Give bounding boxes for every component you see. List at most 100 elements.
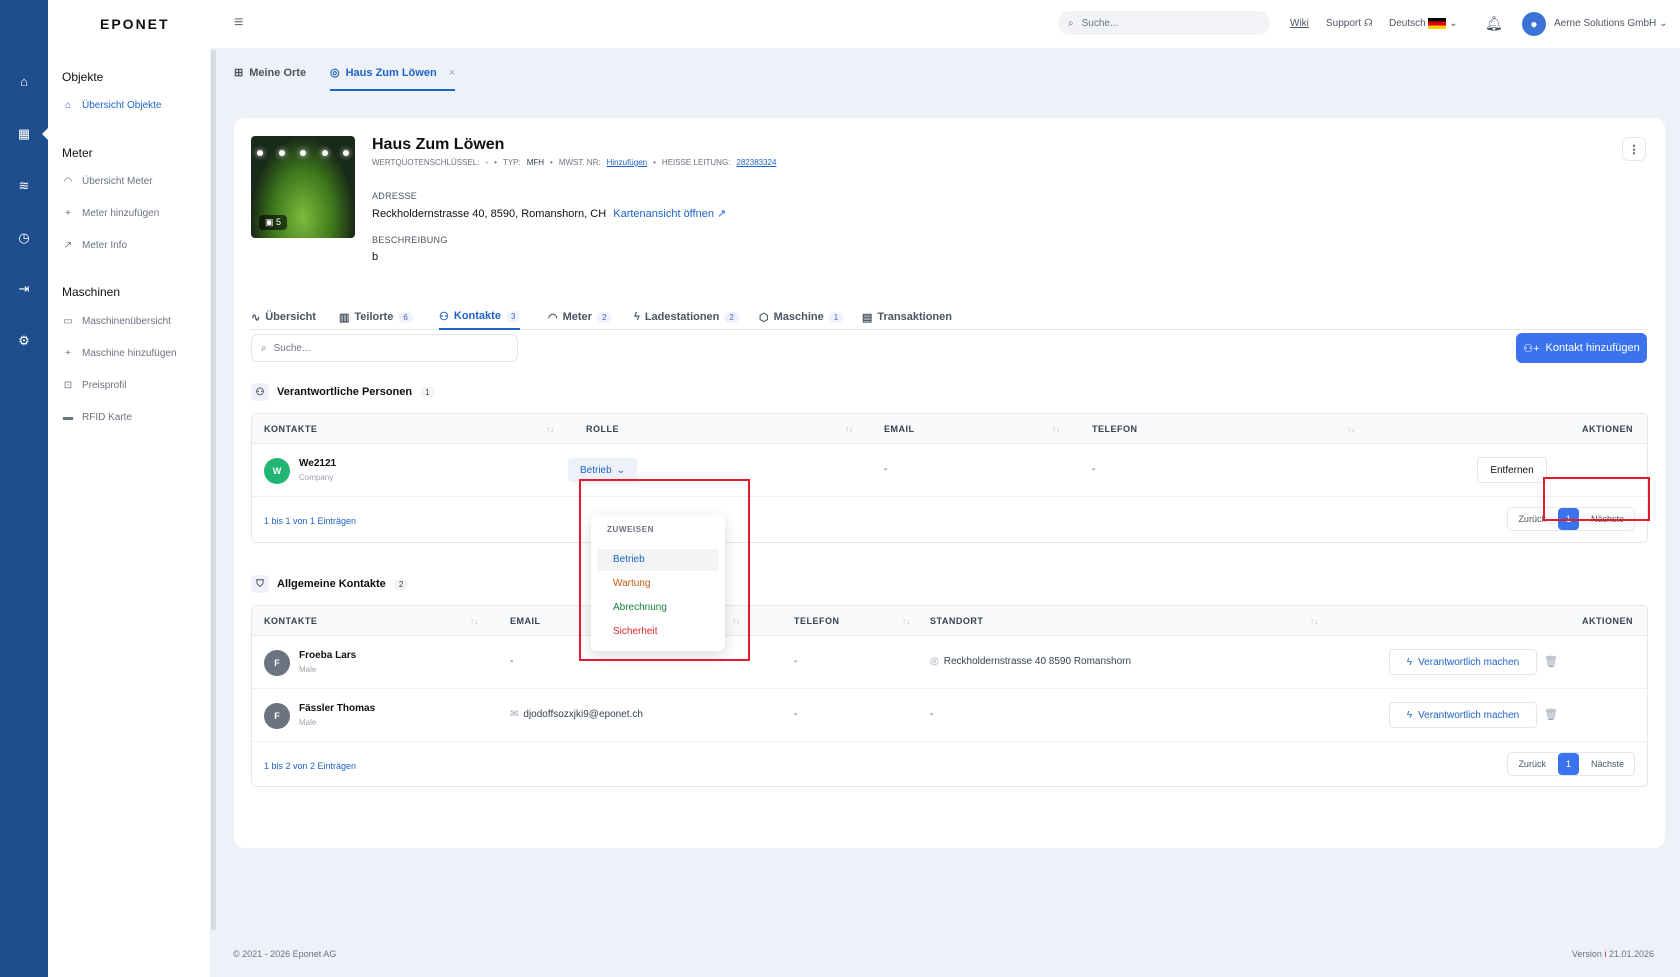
mwst-add-link[interactable]: Hinzufügen [607,158,647,167]
tab-kontakte[interactable]: ⚇ Kontakte 3 [439,304,521,330]
wiki-link[interactable]: Wiki [1290,18,1309,29]
col-telefon[interactable]: TELEFON [794,616,840,626]
sidebar-item-maschine-hinzufuegen[interactable]: + Maschine hinzufügen [62,348,176,359]
home-icon[interactable]: ⌂ [14,71,34,91]
photo-count: 5 [276,217,282,227]
object-photo[interactable]: ▣ 5 [251,136,355,238]
contact-email: - [884,464,888,475]
remove-button[interactable]: Entfernen [1477,457,1547,483]
tab-label: Teilorte [354,311,394,323]
contact-gender: Male [299,665,317,674]
avatar[interactable]: ● [1522,12,1546,36]
sidebar-item-maschinenuebersicht[interactable]: ▭ Maschinenübersicht [62,316,171,327]
sidebar-item-preisprofil[interactable]: ⊡ Preisprofil [62,380,127,391]
col-telefon[interactable]: TELEFON [1092,424,1138,434]
login-icon[interactable]: ⇥ [14,279,34,299]
stadium-lights [257,150,349,160]
sort-icon[interactable]: ↑↓ [1052,425,1060,434]
tab-teilorte[interactable]: ▥ Teilorte 6 [339,304,413,330]
heisse-leitung-link[interactable]: 282383324 [736,158,776,167]
content-tabs: ∿ Übersicht ▥ Teilorte 6 ⚇ Kontakte 3 ◠ Meter 2… [251,304,1648,330]
gauge-icon: ◠ [63,176,73,187]
next-page-button[interactable]: Nächste [1581,753,1634,775]
contact-name[interactable]: Froeba Lars [299,650,356,661]
tab-transaktionen[interactable]: ▤ Transaktionen [862,304,952,330]
contact-location: - [930,709,934,720]
col-kontakte[interactable]: KONTAKTE [264,616,317,626]
sidebar-item-uebersicht-meter[interactable]: ◠ Übersicht Meter [62,176,153,187]
contacts-search-input[interactable]: ⌕ Suche... [251,334,518,362]
gauge-icon: ◠ [548,311,558,324]
make-responsible-button[interactable]: ϟ Verantwortlich machen [1389,649,1537,675]
sidebar-item-meter-hinzufuegen[interactable]: + Meter hinzufügen [62,208,159,219]
menu-toggle-icon[interactable]: ≡ [234,14,243,32]
table-row: W We2121 Company Betrieb ⌄ - - Entfernen [252,444,1647,497]
store-icon[interactable]: ▦ [14,124,34,144]
account-menu[interactable]: Aerne Solutions GmbH ⌄ [1554,18,1667,29]
photo-count-badge: ▣ 5 [259,215,288,230]
chevron-down-icon: ⌄ [1449,18,1458,30]
map-link[interactable]: Kartenansicht öffnen ↗ [613,208,726,220]
tab-label: Meter [562,311,592,323]
sort-icon[interactable]: ↑↓ [902,617,910,626]
document-icon: ▤ [862,311,873,324]
object-card: ▣ 5 Haus Zum Löwen WERTQUOTENSCHLÜSSEL: -… [234,118,1665,848]
delete-icon[interactable]: 🗑︎ [1544,655,1558,668]
tab-haus-zum-loewen[interactable]: ◎ Haus Zum Löwen × [330,66,456,91]
highlight-remove-button [1543,477,1650,521]
tab-meine-orte[interactable]: ⊞ Meine Orte [234,66,306,80]
general-section-header: ⛉ Allgemeine Kontakte 2 [251,575,409,593]
col-email[interactable]: EMAIL [510,616,541,626]
sort-icon[interactable]: ↑↓ [1310,617,1318,626]
col-kontakte[interactable]: KONTAKTE [264,424,317,434]
trend-icon: ↗ [63,240,73,251]
clock-icon[interactable]: ◷ [14,228,34,248]
tab-label: Kontakte [453,310,501,322]
tab-maschine[interactable]: ⬡ Maschine 1 [759,304,844,330]
contact-type: Company [299,473,334,482]
sort-icon[interactable]: ↑↓ [1347,425,1355,434]
contact-name[interactable]: Fässler Thomas [299,703,375,714]
sidebar-item-uebersicht-objekte[interactable]: ⌂ Übersicht Objekte [62,100,162,111]
shield-icon: ⛉ [251,575,269,593]
sidebar-item-label: RFID Karte [82,412,133,423]
col-aktionen: AKTIONEN [1582,424,1633,434]
bell-icon[interactable]: 🔔︎ [1485,15,1503,32]
location-pin-icon: ◎ [930,656,939,667]
search-placeholder: Suche... [273,342,311,354]
waves-icon[interactable]: ≋ [14,176,34,196]
sort-icon[interactable]: ↑↓ [546,425,554,434]
sidebar-item-label: Übersicht Meter [82,176,153,187]
location-pin-icon: ◎ [330,67,340,79]
sidebar-item-meter-info[interactable]: ↗ Meter Info [62,240,127,251]
language-select[interactable]: Deutsch ⌄ [1389,18,1458,29]
tab-uebersicht[interactable]: ∿ Übersicht [251,304,316,330]
info-icon[interactable]: i [1604,949,1606,959]
tab-ladestationen[interactable]: ϟ Ladestationen 2 [634,304,739,330]
search-icon: ⌕ [261,342,267,354]
make-responsible-button[interactable]: ϟ Verantwortlich machen [1389,702,1537,728]
col-email[interactable]: EMAIL [884,424,915,434]
add-contact-button[interactable]: ⚇+ Kontakt hinzufügen [1516,333,1647,363]
language-label: Deutsch [1389,18,1426,30]
users-icon: ⚇ [439,310,449,323]
page-1-button[interactable]: 1 [1557,753,1579,775]
settings-icon[interactable]: ⚙ [14,331,34,351]
tab-meter[interactable]: ◠ Meter 2 [548,304,612,330]
sidebar-item-rfid-karte[interactable]: ▬ RFID Karte [62,412,132,423]
col-rolle[interactable]: ROLLE [586,424,619,434]
close-icon[interactable]: × [449,67,455,79]
delete-icon[interactable]: 🗑︎ [1544,708,1558,721]
global-search-input[interactable]: ⌕ Suche... [1058,11,1270,35]
sort-icon[interactable]: ↑↓ [470,617,478,626]
col-standort[interactable]: STANDORT [930,616,983,626]
sidebar-item-label: Meter Info [82,240,128,251]
more-options-button[interactable]: ⋮ [1622,137,1646,161]
contact-name[interactable]: We2121 [299,458,336,469]
make-responsible-label: Verantwortlich machen [1418,656,1520,668]
sidebar-scrollbar[interactable] [211,50,216,930]
mail-icon: ✉ [510,709,519,720]
support-link[interactable]: Support ☊ [1326,18,1373,29]
sort-icon[interactable]: ↑↓ [845,425,853,434]
prev-page-button[interactable]: Zurück [1508,753,1556,775]
